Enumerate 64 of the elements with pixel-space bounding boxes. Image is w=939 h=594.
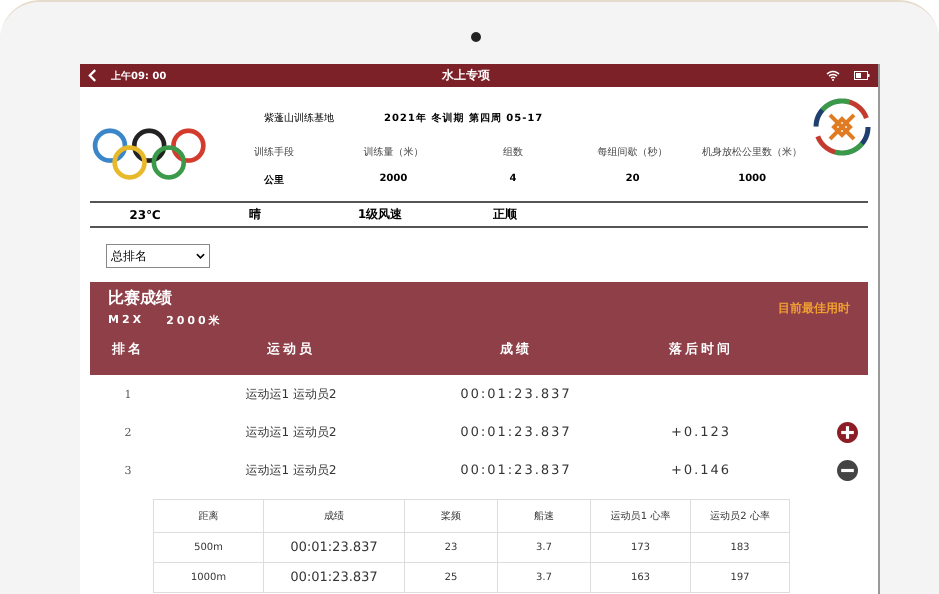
wifi-icon	[826, 70, 840, 81]
time-cell-text: 00:01:23.837	[459, 386, 573, 402]
split-header: 船速	[498, 500, 590, 532]
split-cell: 00:01:23.837	[264, 562, 404, 592]
column-header: 排名	[110, 341, 145, 358]
athletes-cell-text: 运动运1 运动员2	[244, 462, 338, 478]
split-cell: 00:01:23.837	[264, 532, 404, 562]
stat-value: 公里	[264, 174, 284, 187]
split-cell: 197	[690, 562, 790, 592]
stat-value: 1000	[738, 173, 766, 184]
chevron-icon	[196, 253, 205, 259]
stat-label: 训练手段	[254, 146, 294, 159]
stat-value: 2000	[379, 173, 408, 184]
split-cell: 173	[590, 532, 690, 562]
battery-icon	[854, 71, 870, 80]
race-distance: 2000米	[166, 313, 223, 328]
column-header: 落后时间	[668, 340, 734, 358]
weather-text: 正顺	[492, 206, 518, 223]
base-name: 紫蓬山训练基地	[264, 112, 334, 125]
results-title: 比赛成绩	[108, 288, 173, 309]
gap-cell: +0.146	[670, 462, 732, 478]
screen-title: 水上专项	[440, 67, 492, 84]
expand-icon[interactable]	[837, 422, 858, 442]
collapse-icon[interactable]	[837, 460, 858, 480]
boat-class: M2X	[108, 313, 144, 328]
training-period: 2021年 冬训期 第四周 05-17	[384, 112, 544, 125]
stat-label: 训练量（米）	[363, 146, 424, 159]
time-cell-text: 00:01:23.837	[459, 462, 573, 478]
split-cell: 183	[690, 532, 790, 562]
stat-value: 20	[626, 173, 640, 184]
rank-cell-text: 1	[124, 388, 132, 400]
stat-value: 4	[510, 173, 516, 184]
weather-text: 晴	[248, 206, 262, 223]
split-cell: 23	[404, 532, 498, 562]
rank-cell-text: 2	[124, 426, 132, 438]
column-header: 成绩	[498, 341, 533, 358]
time-cell-text: 00:01:23.837	[459, 424, 573, 440]
weather-text: 23℃	[128, 208, 162, 222]
split-header: 桨频	[404, 500, 498, 532]
split-header: 成绩	[264, 500, 404, 532]
stat-label: 机身放松公里数（米）	[702, 146, 802, 159]
weather-text: 1级风速	[356, 206, 404, 223]
athletes-cell-text: 运动运1 运动员2	[244, 386, 338, 402]
status-time: 上午09: 00	[111, 70, 166, 82]
split-header: 运动员2 心率	[690, 500, 790, 532]
split-cell: 3.7	[498, 532, 590, 562]
split-header: 距离	[154, 500, 264, 532]
camera-dot	[471, 32, 481, 42]
stat-label: 组数	[502, 146, 523, 159]
athletes-cell-text: 运动运1 运动员2	[244, 424, 338, 440]
ranking-select[interactable]: 总排名	[106, 244, 210, 268]
split-cell: 25	[404, 562, 498, 592]
gap-cell: +0.123	[670, 424, 732, 440]
split-cell: 163	[590, 562, 690, 592]
knot-logo	[812, 97, 872, 157]
rank-cell-text: 3	[124, 464, 132, 476]
column-header: 运动员	[266, 341, 316, 358]
split-cell: 1000m	[154, 562, 264, 592]
split-header: 运动员1 心率	[590, 500, 690, 532]
split-cell: 3.7	[498, 562, 590, 592]
split-cell: 500m	[154, 532, 264, 562]
back-icon[interactable]	[88, 69, 97, 82]
stat-label: 每组间歇（秒）	[598, 146, 668, 159]
best-time-label: 目前最佳用时	[778, 300, 850, 316]
